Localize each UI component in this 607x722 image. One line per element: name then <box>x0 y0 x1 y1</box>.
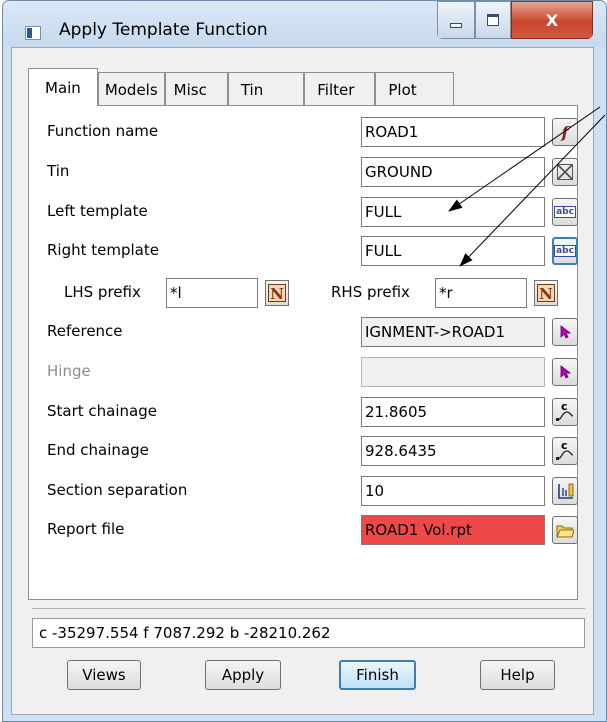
tab-main[interactable]: Main <box>28 68 98 106</box>
divider <box>32 608 585 609</box>
views-button[interactable]: Views <box>67 660 141 690</box>
arrow-left-template <box>448 106 601 212</box>
apply-button[interactable]: Apply <box>205 660 281 690</box>
annotation-arrows <box>448 106 606 267</box>
finish-button[interactable]: Finish <box>339 660 416 690</box>
help-button[interactable]: Help <box>480 660 555 690</box>
tab-label: Main <box>45 78 81 97</box>
status-bar: c -35297.554 f 7087.292 b -28210.262 <box>32 618 585 648</box>
arrow-right-template <box>459 114 606 267</box>
